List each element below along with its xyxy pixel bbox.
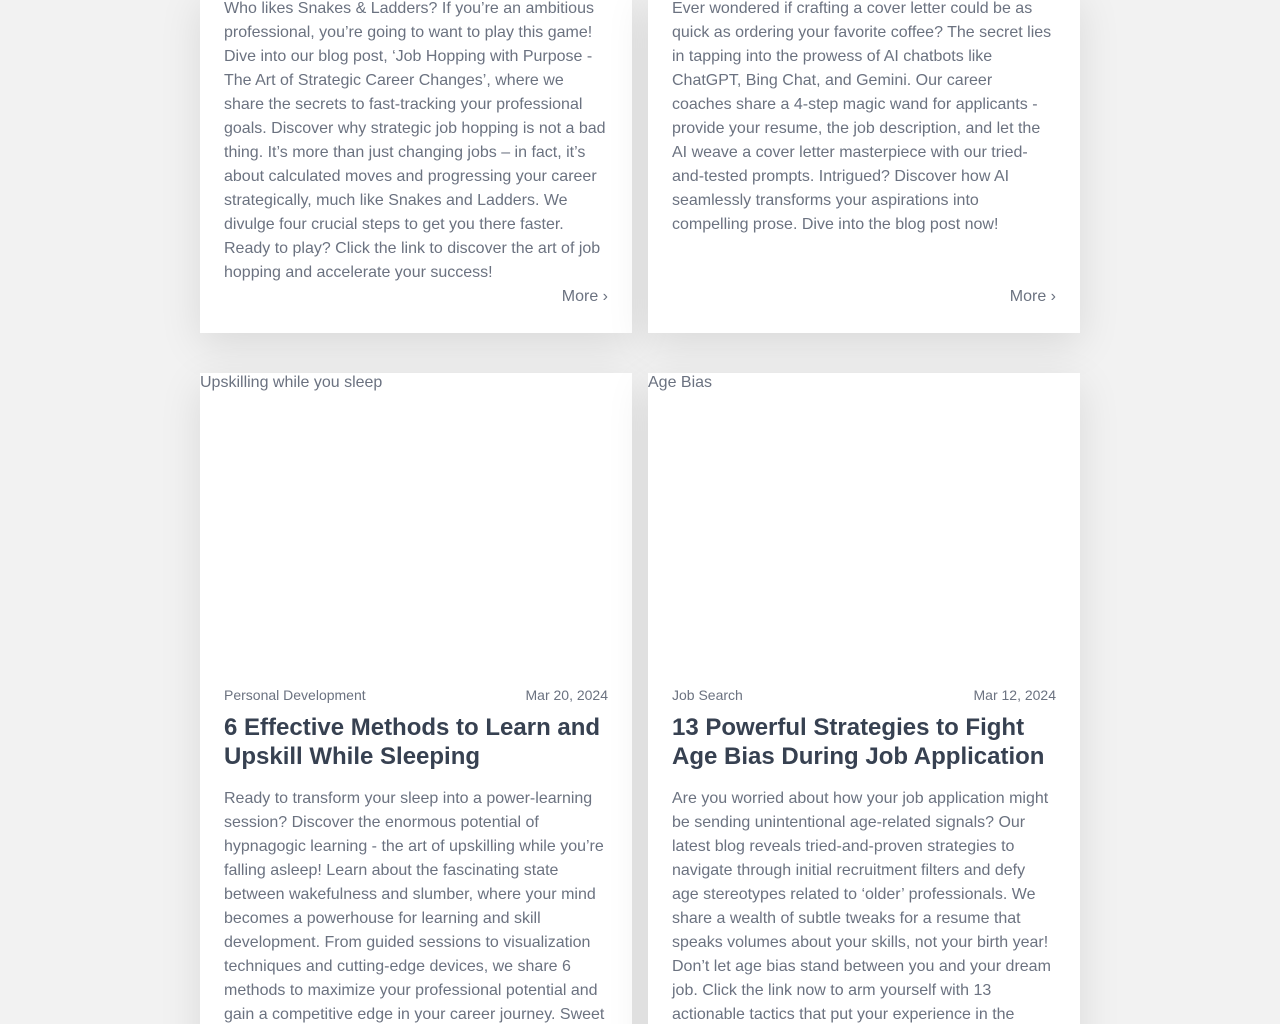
- blog-card-upskilling-sleep: Upskilling while you sleep Personal Deve…: [200, 373, 632, 1024]
- image-alt-text: Age Bias: [648, 374, 713, 391]
- broken-image-icon: Age Bias: [648, 373, 1080, 393]
- post-meta: Personal Development Mar 20, 2024: [224, 686, 608, 704]
- post-image[interactable]: Age Bias: [648, 373, 1080, 673]
- blog-card-ai-cover-letter: Ever wondered if crafting a cover letter…: [648, 0, 1080, 333]
- post-title[interactable]: 6 Effective Methods to Learn and Upskill…: [224, 713, 608, 771]
- blog-card-age-bias: Age Bias Job Search Mar 12, 2024 13 Powe…: [648, 373, 1080, 1024]
- post-excerpt: Ready to transform your sleep into a pow…: [224, 790, 605, 1023]
- blog-card-job-hopping: Who likes Snakes & Ladders? If you’re an…: [200, 0, 632, 333]
- post-title[interactable]: 13 Powerful Strategies to Fight Age Bias…: [672, 713, 1056, 771]
- post-image[interactable]: Upskilling while you sleep: [200, 373, 632, 673]
- post-category[interactable]: Personal Development: [224, 686, 366, 704]
- more-link[interactable]: More ›: [562, 285, 608, 309]
- card-body: Ever wondered if crafting a cover letter…: [672, 0, 1056, 237]
- card-body: Ready to transform your sleep into a pow…: [224, 787, 608, 1024]
- post-excerpt: Ever wondered if crafting a cover letter…: [672, 0, 1052, 233]
- blog-list-page: Who likes Snakes & Ladders? If you’re an…: [0, 0, 1280, 1024]
- post-date: Mar 12, 2024: [973, 687, 1057, 703]
- post-excerpt: Who likes Snakes & Ladders? If you’re an…: [224, 0, 606, 281]
- post-meta: Job Search Mar 12, 2024: [672, 686, 1056, 704]
- post-excerpt: Are you worried about how your job appli…: [672, 790, 1051, 1023]
- more-link[interactable]: More ›: [1010, 285, 1056, 309]
- image-alt-text: Upskilling while you sleep: [200, 374, 383, 391]
- post-category[interactable]: Job Search: [672, 686, 743, 704]
- broken-image-icon: Upskilling while you sleep: [200, 373, 632, 393]
- post-date: Mar 20, 2024: [525, 687, 609, 703]
- card-body: Who likes Snakes & Ladders? If you’re an…: [224, 0, 608, 285]
- card-body: Are you worried about how your job appli…: [672, 787, 1056, 1024]
